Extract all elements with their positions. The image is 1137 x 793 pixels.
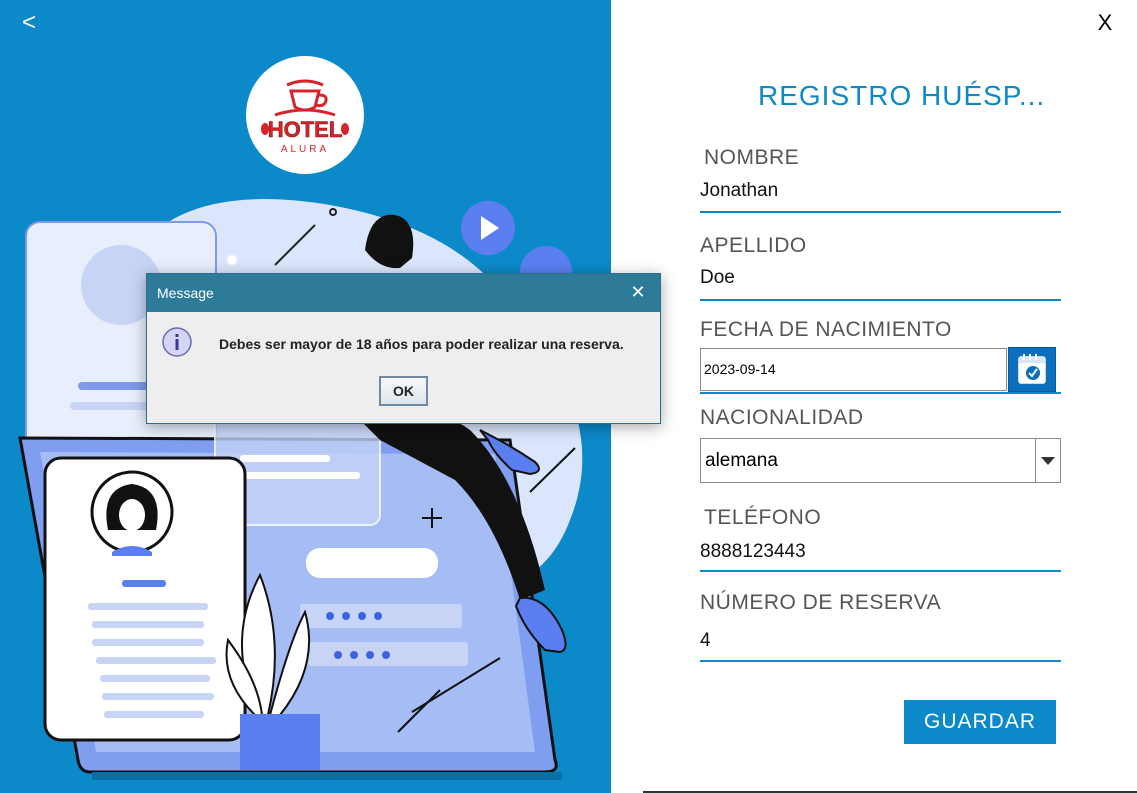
close-window-button[interactable]: X	[1094, 10, 1116, 36]
message-dialog: Message ✕ Debes ser mayor de 18 años par…	[146, 273, 661, 424]
telefono-field[interactable]: 8888123443	[700, 541, 806, 563]
dialog-title: Message	[157, 285, 214, 301]
apellido-field[interactable]: Doe	[700, 267, 735, 289]
hotel-alura-logo: HOTEL ALURA	[246, 56, 364, 174]
nacionalidad-value: alemana	[705, 450, 778, 471]
ok-button[interactable]: OK	[379, 376, 428, 406]
back-button[interactable]: <	[22, 8, 46, 38]
dialog-close-button[interactable]: ✕	[626, 280, 650, 304]
numero-reserva-field[interactable]: 4	[700, 630, 711, 652]
info-icon	[162, 327, 192, 357]
svg-text:HOTEL: HOTEL	[268, 117, 343, 142]
right-panel	[611, 0, 1137, 793]
form-title: REGISTRO HUÉSP...	[758, 80, 1046, 111]
save-button[interactable]: GUARDAR	[904, 700, 1056, 744]
apellido-underline	[700, 299, 1061, 301]
fecha-nacimiento-field[interactable]: 2023-09-14	[700, 348, 1007, 391]
calendar-button[interactable]	[1008, 347, 1056, 392]
nombre-underline	[700, 211, 1061, 213]
apellido-label: APELLIDO	[700, 234, 807, 257]
dropdown-arrow-button[interactable]	[1035, 439, 1060, 482]
numero-reserva-label: NÚMERO DE RESERVA	[700, 591, 942, 614]
dialog-titlebar[interactable]: Message ✕	[147, 274, 660, 312]
dialog-message: Debes ser mayor de 18 años para poder re…	[219, 336, 624, 352]
telefono-label: TELÉFONO	[704, 506, 822, 529]
nombre-label: NOMBRE	[704, 146, 800, 169]
fecha-underline	[700, 392, 1061, 394]
nacionalidad-label: NACIONALIDAD	[700, 406, 864, 429]
nacionalidad-select[interactable]: alemana	[700, 438, 1061, 483]
nombre-field[interactable]: Jonathan	[700, 180, 778, 202]
telefono-underline	[700, 570, 1061, 572]
fecha-nacimiento-label: FECHA DE NACIMIENTO	[700, 318, 952, 341]
chevron-down-icon	[1041, 456, 1055, 465]
reserva-underline	[700, 660, 1061, 662]
calendar-icon	[1018, 354, 1046, 384]
svg-text:ALURA: ALURA	[281, 144, 329, 155]
